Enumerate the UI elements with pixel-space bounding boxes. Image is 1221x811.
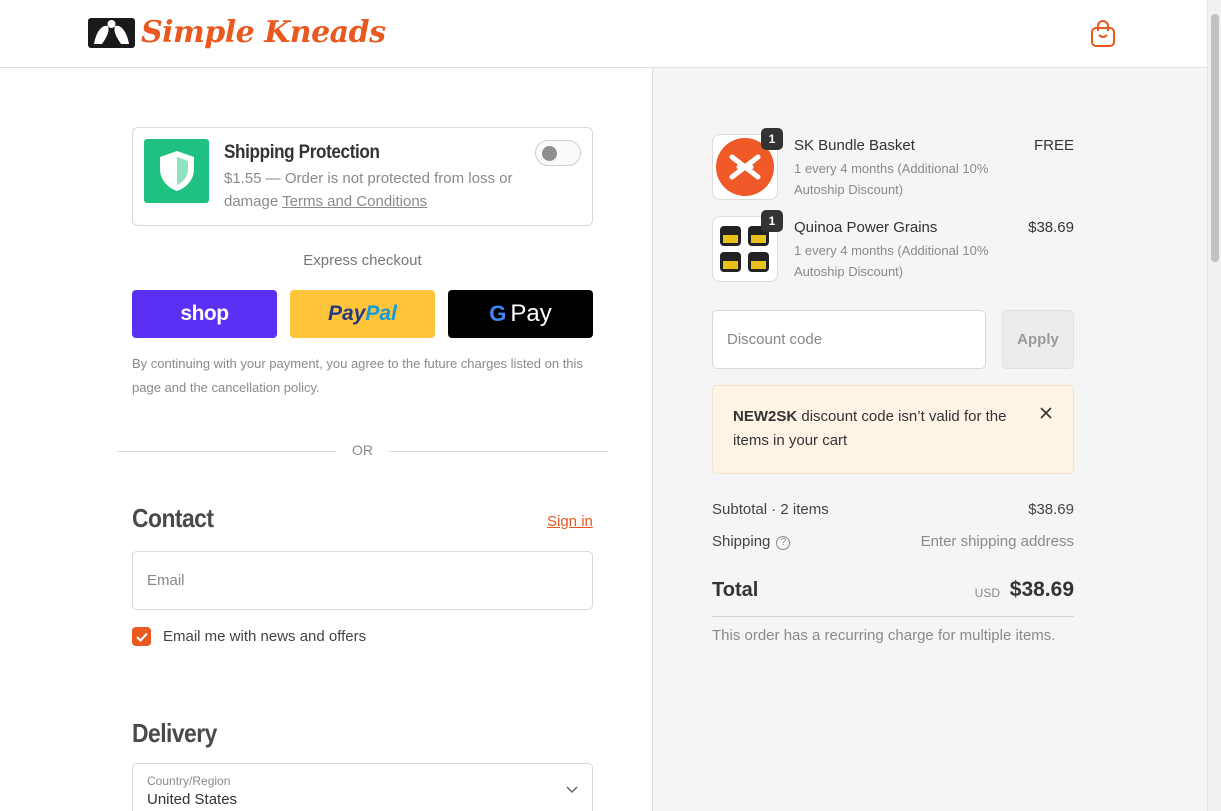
item-subscription: 1 every 4 months (Additional 10% Autoshi… bbox=[794, 161, 989, 197]
email-placeholder: Email bbox=[147, 572, 185, 589]
express-checkout-label: Express checkout bbox=[303, 252, 422, 269]
total-row: Total USD $38.69 bbox=[712, 577, 1074, 617]
brand-name: Simple Kneads bbox=[141, 14, 386, 50]
total-value: $38.69 bbox=[1009, 578, 1074, 601]
news-checkbox[interactable] bbox=[132, 627, 151, 646]
scrollbar-thumb[interactable] bbox=[1211, 14, 1219, 262]
shipping-protection-card: Shipping Protection $1.55 — Order is not… bbox=[132, 127, 593, 226]
discount-error-text: NEW2SK discount code isn’t valid for the… bbox=[733, 405, 1023, 453]
shipping-row: Shipping? Enter shipping address bbox=[712, 533, 1074, 550]
delivery-heading: Delivery bbox=[132, 718, 217, 748]
sign-in-link[interactable]: Sign in bbox=[547, 513, 593, 530]
divider-line-right bbox=[388, 451, 608, 452]
toggle-knob bbox=[542, 146, 557, 161]
quantity-badge: 1 bbox=[761, 210, 783, 232]
contact-heading: Contact bbox=[132, 503, 214, 533]
email-field[interactable]: Email bbox=[132, 551, 593, 610]
google-g-icon: G bbox=[489, 301, 507, 326]
total-label: Total bbox=[712, 579, 759, 601]
discount-placeholder: Discount code bbox=[727, 331, 823, 348]
item-name: SK Bundle Basket bbox=[794, 137, 915, 154]
terms-link[interactable]: Terms and Conditions bbox=[282, 193, 427, 210]
discount-code-input[interactable]: Discount code bbox=[712, 310, 986, 369]
protection-title: Shipping Protection bbox=[224, 142, 380, 163]
apply-discount-button[interactable]: Apply bbox=[1002, 310, 1074, 369]
discount-error-code: NEW2SK bbox=[733, 408, 798, 425]
page-scrollbar[interactable] bbox=[1207, 0, 1221, 811]
cart-item: 1 Quinoa Power Grains 1 every 4 months (… bbox=[712, 210, 1074, 282]
shield-badge bbox=[144, 139, 209, 203]
news-checkbox-row[interactable]: Email me with news and offers bbox=[132, 627, 366, 646]
subtotal-row: Subtotal · 2 items $38.69 bbox=[712, 501, 1074, 518]
subtotal-value: $38.69 bbox=[1028, 501, 1074, 518]
google-pay-button[interactable]: G Pay bbox=[448, 290, 593, 338]
protection-toggle[interactable] bbox=[535, 140, 581, 166]
quantity-badge: 1 bbox=[761, 128, 783, 150]
country-label: Country/Region bbox=[147, 774, 231, 788]
country-select[interactable]: Country/Region United States bbox=[132, 763, 593, 811]
or-text: OR bbox=[352, 442, 373, 458]
shipping-value: Enter shipping address bbox=[920, 533, 1074, 550]
discount-error-banner: NEW2SK discount code isn’t valid for the… bbox=[712, 385, 1074, 474]
news-checkbox-label: Email me with news and offers bbox=[163, 628, 367, 645]
shop-pay-label: shop bbox=[180, 302, 229, 325]
paypal-button[interactable]: Pay Pal bbox=[290, 290, 435, 338]
item-subscription: 1 every 4 months (Additional 10% Autoshi… bbox=[794, 243, 989, 279]
item-price: $38.69 bbox=[1028, 219, 1074, 236]
subtotal-label: Subtotal · 2 items bbox=[712, 501, 829, 518]
shield-icon bbox=[159, 151, 194, 191]
item-price: FREE bbox=[1033, 137, 1074, 154]
hands-logo-icon bbox=[88, 18, 135, 48]
shop-pay-button[interactable]: shop bbox=[132, 290, 277, 338]
paypal-label-pal: Pal bbox=[365, 302, 397, 325]
or-divider: OR bbox=[117, 442, 608, 460]
payment-consent-text: By continuing with your payment, you agr… bbox=[132, 356, 583, 395]
cart-item: 1 SK Bundle Basket 1 every 4 months (Add… bbox=[712, 128, 1074, 200]
total-currency: USD bbox=[974, 586, 1000, 600]
site-header: Simple Kneads bbox=[0, 0, 1207, 68]
protection-description: $1.55 — Order is not protected from loss… bbox=[224, 167, 544, 213]
country-value: United States bbox=[147, 791, 238, 808]
shopping-bag-icon[interactable] bbox=[1090, 20, 1116, 48]
close-icon[interactable] bbox=[1038, 405, 1054, 421]
checkmark-icon bbox=[135, 632, 148, 642]
item-name: Quinoa Power Grains bbox=[794, 219, 938, 236]
recurring-notice: This order has a recurring charge for mu… bbox=[712, 627, 1056, 644]
google-pay-label: Pay bbox=[510, 300, 552, 327]
chevron-down-icon bbox=[566, 786, 578, 794]
help-icon[interactable]: ? bbox=[776, 536, 791, 550]
brand-logo[interactable]: Simple Kneads bbox=[88, 14, 386, 50]
shipping-label: Shipping bbox=[712, 533, 771, 550]
paypal-label-pay: Pay bbox=[328, 302, 366, 325]
